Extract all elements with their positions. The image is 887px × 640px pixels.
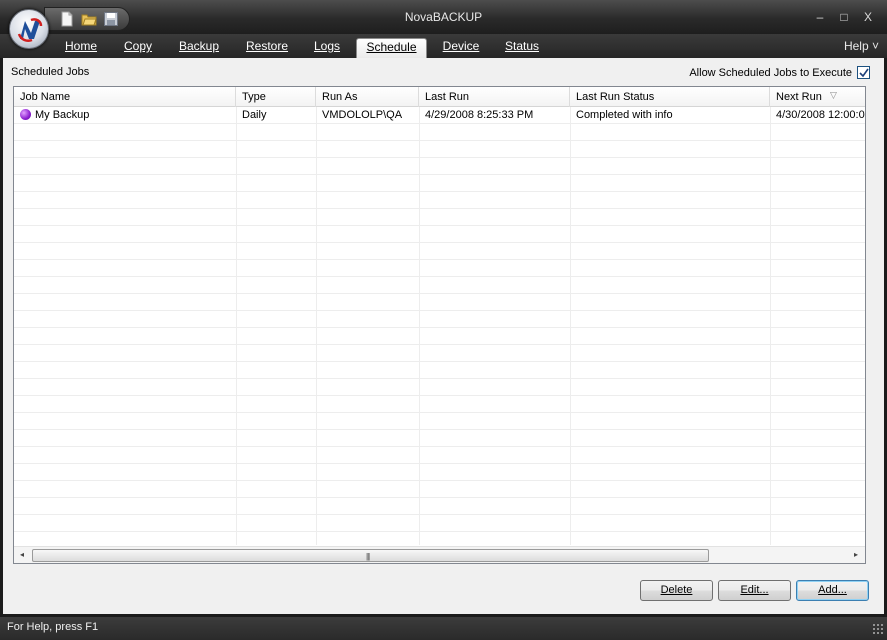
tab-status[interactable]: Status	[499, 38, 545, 58]
sort-arrow-icon: ▽	[830, 90, 837, 100]
allow-scheduled-jobs-label: Allow Scheduled Jobs to Execute	[689, 66, 852, 79]
allow-scheduled-jobs[interactable]: Allow Scheduled Jobs to Execute	[689, 66, 870, 79]
status-bar: For Help, press F1	[0, 617, 887, 640]
scheduled-jobs-list[interactable]: Job Name Type Run As Last Run Last Run S…	[13, 86, 866, 564]
table-row[interactable]: My Backup Daily VMDOLOLP\QA 4/29/2008 8:…	[14, 107, 865, 124]
cell-next-run: 4/30/2008 12:00:00 AM	[776, 109, 865, 121]
tab-backup[interactable]: Backup	[172, 38, 226, 58]
column-last-run-status[interactable]: Last Run Status	[570, 87, 770, 107]
column-last-run[interactable]: Last Run	[419, 87, 570, 107]
ribbon-tab-bar: Home Copy Backup Restore Logs Schedule D…	[0, 34, 887, 58]
scroll-right-icon[interactable]: ▸	[851, 550, 861, 560]
cell-last-run: 4/29/2008 8:25:33 PM	[425, 109, 534, 121]
tab-restore[interactable]: Restore	[240, 38, 294, 58]
cell-last-run-status: Completed with info	[576, 109, 673, 121]
column-type[interactable]: Type	[236, 87, 316, 107]
tab-schedule[interactable]: Schedule	[356, 38, 427, 58]
tab-device[interactable]: Device	[437, 38, 485, 58]
minimize-icon[interactable]: –	[810, 9, 830, 25]
cell-run-as: VMDOLOLP\QA	[322, 109, 403, 121]
job-name-text: My Backup	[35, 109, 90, 121]
scroll-grip-icon: |||	[366, 552, 370, 561]
checkmark-icon	[859, 68, 869, 78]
status-text: For Help, press F1	[7, 621, 99, 633]
scroll-thumb[interactable]: |||	[32, 549, 709, 562]
column-divider	[236, 107, 237, 545]
title-bar: NovaBACKUP – □ X	[0, 0, 887, 34]
maximize-icon[interactable]: □	[834, 9, 854, 25]
scroll-left-icon[interactable]: ◂	[17, 550, 27, 560]
tab-home[interactable]: Home	[58, 38, 104, 58]
tab-copy[interactable]: Copy	[116, 38, 160, 58]
close-icon[interactable]: X	[858, 9, 878, 25]
window-title: NovaBACKUP	[404, 10, 483, 24]
column-divider	[770, 107, 771, 545]
column-next-run[interactable]: Next Run ▽	[770, 87, 865, 107]
column-run-as[interactable]: Run As	[316, 87, 419, 107]
horizontal-scrollbar[interactable]: ◂ ||| ▸	[14, 546, 865, 563]
edit-button[interactable]: Edit...	[718, 580, 791, 601]
column-divider	[316, 107, 317, 545]
list-rows-background	[14, 107, 865, 545]
column-divider	[570, 107, 571, 545]
cell-type: Daily	[242, 109, 267, 121]
column-next-run-label: Next Run	[776, 91, 822, 103]
resize-grip-icon[interactable]	[872, 623, 884, 635]
app-logo-icon[interactable]	[9, 9, 49, 49]
column-divider	[419, 107, 420, 545]
delete-button[interactable]: Delete	[640, 580, 713, 601]
section-title: Scheduled Jobs	[11, 66, 90, 78]
add-button[interactable]: Add...	[796, 580, 869, 601]
allow-scheduled-jobs-checkbox[interactable]	[857, 66, 870, 79]
column-job-name[interactable]: Job Name	[14, 87, 236, 107]
schedule-panel: Scheduled Jobs Allow Scheduled Jobs to E…	[3, 58, 884, 614]
tab-logs[interactable]: Logs	[308, 38, 346, 58]
list-header: Job Name Type Run As Last Run Last Run S…	[14, 87, 865, 107]
help-menu[interactable]: Help ˅	[844, 39, 879, 53]
cell-job-name: My Backup	[14, 107, 236, 124]
job-status-icon	[20, 109, 31, 120]
